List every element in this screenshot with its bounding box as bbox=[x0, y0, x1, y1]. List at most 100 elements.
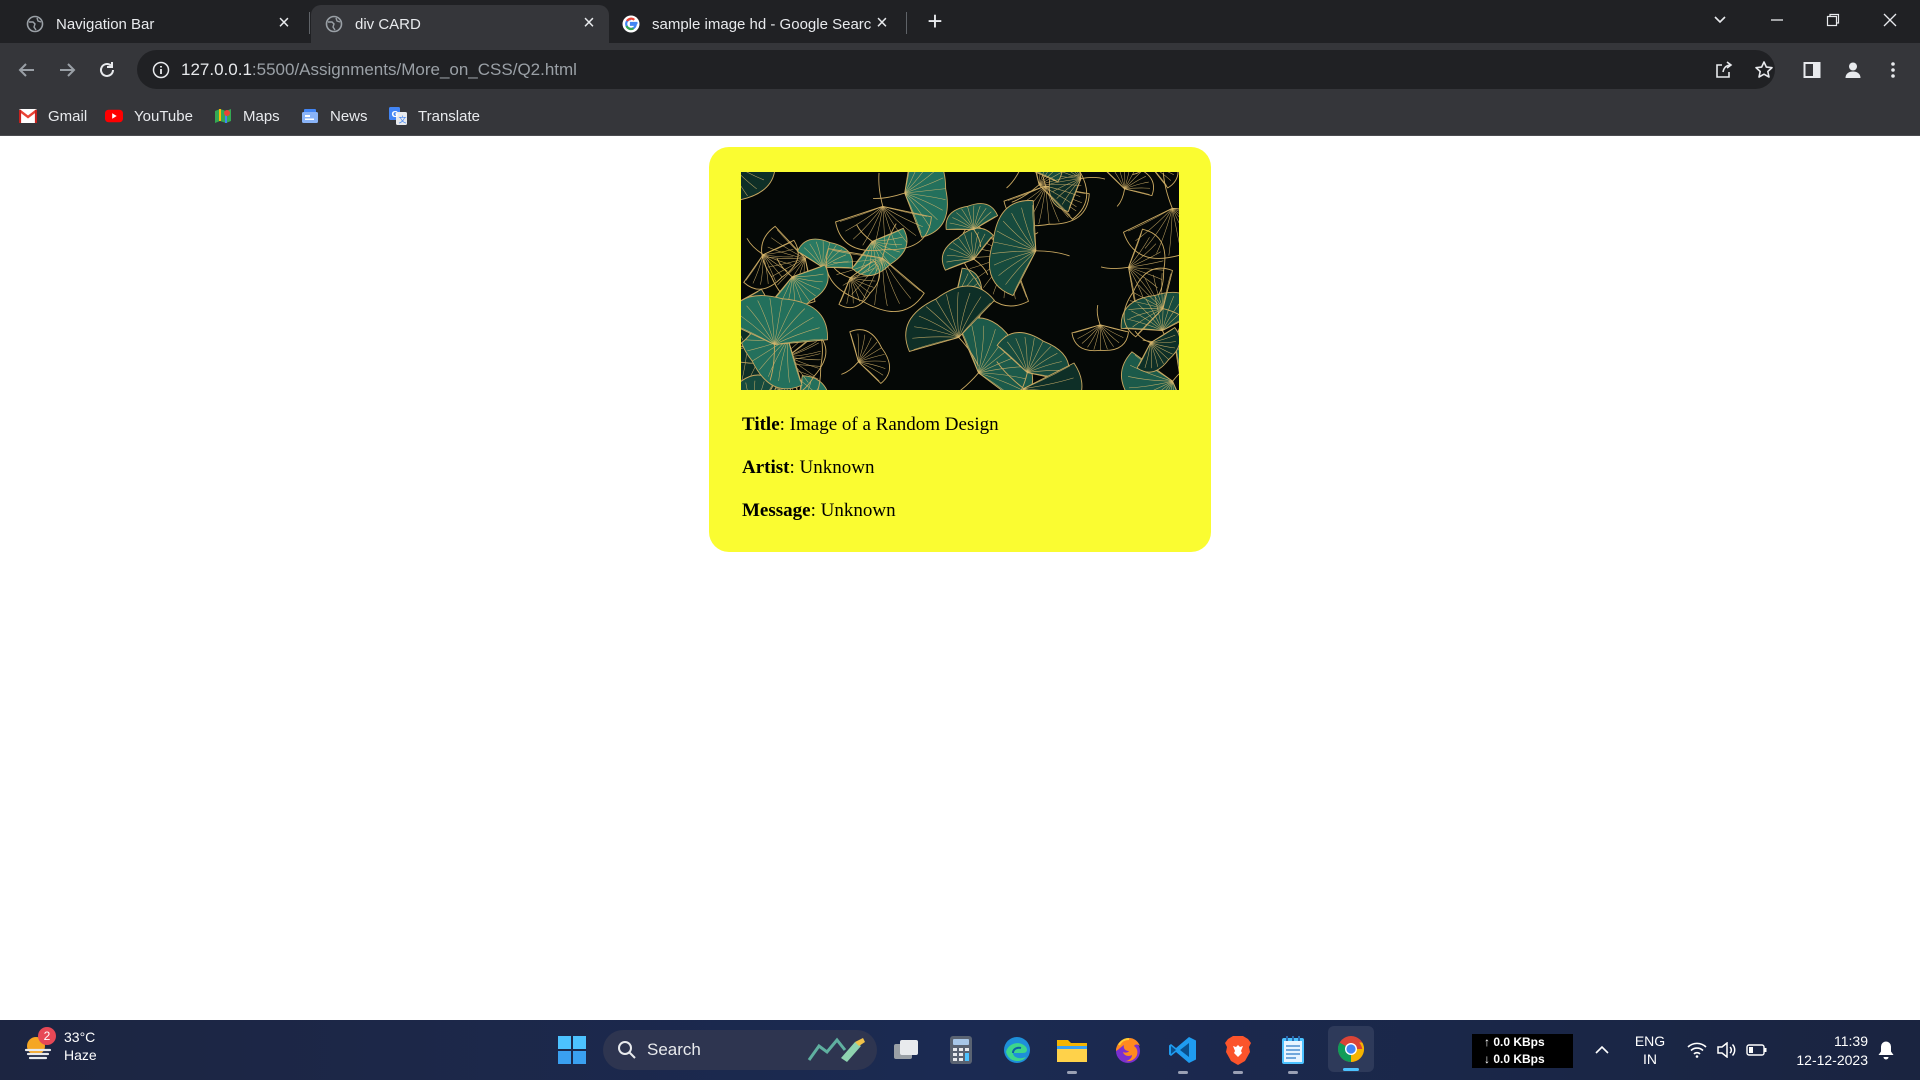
search-icon bbox=[617, 1040, 637, 1060]
running-indicator bbox=[1067, 1071, 1077, 1074]
profile-avatar-icon[interactable] bbox=[1836, 53, 1870, 87]
url-path: :5500/Assignments/More_on_CSS/Q2.html bbox=[251, 59, 577, 79]
show-hidden-icons-chevron-icon[interactable] bbox=[1588, 1020, 1616, 1080]
page-viewport: Title: Image of a Random Design Artist: … bbox=[0, 136, 1920, 1020]
clock-date: 12-12-2023 bbox=[1796, 1052, 1868, 1068]
tab-divider bbox=[906, 12, 907, 34]
tab-navigation-bar[interactable]: Navigation Bar × bbox=[14, 5, 304, 43]
minimize-button[interactable] bbox=[1749, 0, 1805, 40]
new-tab-button[interactable]: + bbox=[921, 8, 949, 36]
card-field-value: : Unknown bbox=[810, 500, 896, 521]
battery-icon[interactable] bbox=[1743, 1020, 1771, 1080]
site-info-icon[interactable] bbox=[141, 61, 181, 79]
bookmark-label: YouTube bbox=[134, 107, 193, 125]
wifi-icon[interactable] bbox=[1684, 1020, 1710, 1080]
card-field-value: : Unknown bbox=[789, 457, 875, 478]
volume-icon[interactable] bbox=[1713, 1020, 1739, 1080]
windows-start-icon[interactable] bbox=[553, 1031, 591, 1069]
card-field-label: Title bbox=[742, 414, 780, 435]
brave-icon[interactable] bbox=[1220, 1032, 1256, 1074]
clock[interactable]: 11:39 12-12-2023 bbox=[1780, 1032, 1868, 1070]
image-card: Title: Image of a Random Design Artist: … bbox=[709, 147, 1211, 552]
bookmark-label: Maps bbox=[243, 107, 280, 125]
bookmarks-bar: Gmail YouTube Maps News G文 Translate bbox=[0, 96, 1920, 136]
clock-time: 11:39 bbox=[1834, 1033, 1868, 1049]
active-app-indicator bbox=[1343, 1068, 1359, 1071]
lang-primary: ENG bbox=[1634, 1033, 1666, 1049]
card-artist-line: Artist: Unknown bbox=[742, 457, 874, 479]
bookmark-gmail[interactable]: Gmail bbox=[19, 104, 87, 128]
forward-button[interactable] bbox=[50, 53, 84, 87]
restore-button[interactable] bbox=[1805, 0, 1861, 40]
side-panel-icon[interactable] bbox=[1795, 53, 1829, 87]
bookmark-label: Gmail bbox=[48, 107, 88, 125]
svg-text:文: 文 bbox=[399, 115, 407, 125]
card-field-label: Artist bbox=[742, 457, 790, 478]
youtube-icon bbox=[105, 107, 123, 125]
tab-divider bbox=[309, 12, 310, 34]
bookmark-translate[interactable]: G文 Translate bbox=[389, 104, 480, 128]
bookmark-news[interactable]: News bbox=[301, 104, 368, 128]
google-icon bbox=[622, 15, 640, 33]
gmail-icon bbox=[19, 107, 37, 125]
tab-close-icon[interactable]: × bbox=[872, 13, 892, 34]
svg-text:G: G bbox=[392, 110, 399, 119]
bookmark-star-icon[interactable] bbox=[1750, 56, 1778, 84]
address-bar[interactable]: 127.0.0.1:5500/Assignments/More_on_CSS/Q… bbox=[137, 50, 1775, 89]
browser-toolbar: 127.0.0.1:5500/Assignments/More_on_CSS/Q… bbox=[0, 43, 1920, 96]
url-host: 127.0.0.1 bbox=[181, 59, 252, 79]
weather-description: Haze bbox=[64, 1047, 97, 1063]
tab-close-icon[interactable]: × bbox=[579, 13, 599, 34]
tab-title: sample image hd - Google Search bbox=[652, 15, 872, 33]
weather-temperature: 33°C bbox=[64, 1029, 96, 1045]
card-field-value: : Image of a Random Design bbox=[779, 414, 999, 435]
file-explorer-icon[interactable] bbox=[1054, 1032, 1090, 1074]
notification-bell-icon[interactable] bbox=[1872, 1020, 1900, 1080]
weather-widget[interactable]: 2 33°C Haze bbox=[22, 1027, 97, 1064]
tab-title: Navigation Bar bbox=[56, 15, 155, 33]
running-indicator bbox=[1288, 1071, 1298, 1074]
calculator-icon[interactable] bbox=[943, 1032, 979, 1068]
bookmark-youtube[interactable]: YouTube bbox=[105, 104, 193, 128]
tab-search-chevron-icon[interactable] bbox=[1692, 0, 1748, 40]
vscode-icon[interactable] bbox=[1165, 1032, 1201, 1074]
translate-icon: G文 bbox=[389, 107, 407, 125]
news-icon bbox=[301, 107, 319, 125]
taskbar-search[interactable]: Search bbox=[603, 1030, 877, 1070]
search-label: Search bbox=[647, 1040, 701, 1059]
tab-google-search[interactable]: sample image hd - Google Search × bbox=[612, 5, 902, 43]
input-language[interactable]: ENG IN bbox=[1628, 1020, 1672, 1080]
search-highlight-icon bbox=[805, 1036, 869, 1064]
tab-div-card[interactable]: div CARD × bbox=[311, 5, 609, 43]
card-image bbox=[741, 172, 1179, 390]
running-indicator bbox=[1233, 1071, 1243, 1074]
notepad-icon[interactable] bbox=[1275, 1032, 1311, 1074]
weather-badge: 2 bbox=[38, 1027, 56, 1045]
running-indicator bbox=[1178, 1071, 1188, 1074]
edge-icon[interactable] bbox=[999, 1032, 1035, 1068]
card-title-line: Title: Image of a Random Design bbox=[742, 414, 999, 436]
reload-button[interactable] bbox=[90, 53, 124, 87]
card-message-line: Message: Unknown bbox=[742, 500, 896, 522]
chrome-icon[interactable] bbox=[1328, 1026, 1374, 1072]
globe-icon bbox=[325, 15, 343, 33]
card-field-label: Message bbox=[742, 500, 811, 521]
net-upload: ↑ 0.0 KBps bbox=[1484, 1035, 1545, 1049]
task-view-icon[interactable] bbox=[888, 1032, 924, 1068]
more-menu-icon[interactable] bbox=[1876, 53, 1910, 87]
leaf-pattern-image bbox=[741, 172, 1179, 390]
bookmark-label: News bbox=[330, 107, 368, 125]
net-download: ↓ 0.0 KBps bbox=[1484, 1052, 1545, 1066]
back-button[interactable] bbox=[10, 53, 44, 87]
share-icon[interactable] bbox=[1710, 56, 1738, 84]
weather-text: 33°C Haze bbox=[64, 1028, 97, 1064]
globe-icon bbox=[26, 15, 44, 33]
tab-close-icon[interactable]: × bbox=[274, 13, 294, 34]
maps-icon bbox=[214, 107, 232, 125]
bookmark-maps[interactable]: Maps bbox=[214, 104, 280, 128]
firefox-icon[interactable] bbox=[1110, 1032, 1146, 1068]
bookmark-label: Translate bbox=[418, 107, 480, 125]
close-window-button[interactable] bbox=[1862, 0, 1918, 40]
windows-taskbar: 2 33°C Haze Search ↑ 0.0 KBps ↓ 0.0 KBps… bbox=[0, 1020, 1920, 1080]
lang-region: IN bbox=[1643, 1051, 1657, 1067]
